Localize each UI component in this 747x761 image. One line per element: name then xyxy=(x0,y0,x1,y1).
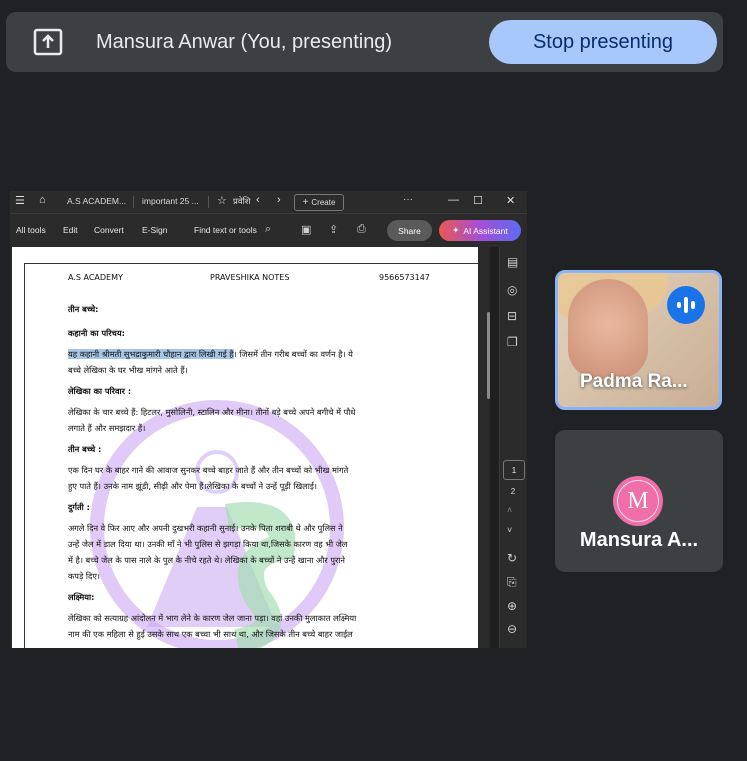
line-text: कहानी का परिचय: xyxy=(68,328,125,338)
document-line: नाम की एक महिला से हुई उसके साथ एक बच्चा… xyxy=(68,626,423,642)
convert-menu[interactable]: Convert xyxy=(94,225,124,235)
line-text: लगाते हैं और समझदार हैं। xyxy=(68,423,146,433)
header-left: A.S ACADEMY xyxy=(68,273,123,282)
rotate-icon[interactable]: ↻ xyxy=(507,551,517,565)
document-line: दुर्गती : xyxy=(68,499,423,515)
document-line: में है। बच्चे जेल के पास नाले के पुल के … xyxy=(68,552,423,568)
print-icon[interactable]: ⎙ xyxy=(357,223,366,236)
chevron-left-icon[interactable]: ‹ xyxy=(256,194,260,206)
close-icon[interactable]: ✕ xyxy=(506,194,515,207)
app-toolbar: All tools Edit Convert E-Sign Find text … xyxy=(10,213,527,247)
link-icon[interactable]: ◎ xyxy=(507,283,517,297)
document-line: लेखिका का परिवार : xyxy=(68,383,423,399)
line-text: नाम की एक महिला से हुई उसके साथ एक बच्चा… xyxy=(68,629,353,639)
document-line: तीन बच्चे : xyxy=(68,441,423,457)
document-line: अगले दिन वे फिर आए और अपनी दुखभरी कहानी … xyxy=(68,520,423,536)
participant-video xyxy=(568,279,648,379)
line-text: हुए पाते हैं। उनके नाम झूंडी, सीढ़ी और प… xyxy=(68,481,317,491)
document-line: एक दिन घर के बाहर गाने की आवाज सुनकर बच्… xyxy=(68,462,423,478)
document-line: कपड़े दिए। xyxy=(68,568,423,584)
page-next[interactable]: 2 xyxy=(503,487,523,496)
right-tool-panel: ▤ ◎ ⊟ ❐ 1 2 ˄ ˅ ↻ ⎘ ⊕ ⊖ xyxy=(499,247,527,648)
header-right: 9566573147 xyxy=(379,273,430,282)
line-text: में है। बच्चे जेल के पास नाले के पुल के … xyxy=(68,555,345,565)
menu-icon[interactable]: ☰ xyxy=(15,194,25,207)
upload-icon[interactable]: ⇪ xyxy=(329,223,338,236)
all-tools-menu[interactable]: All tools xyxy=(16,225,46,235)
page-fit-icon[interactable]: ⎘ xyxy=(507,575,517,590)
line-text: एक दिन घर के बाहर गाने की आवाज सुनकर बच्… xyxy=(68,465,349,475)
find-tools-field[interactable]: Find text or tools xyxy=(194,225,257,235)
document-line: हुए पाते हैं। उनके नाम झूंडी, सीढ़ी और प… xyxy=(68,478,423,494)
document-line: तीन बच्चे: xyxy=(68,301,423,317)
line-text: तीन बच्चे: xyxy=(68,304,99,314)
bookmark-icon[interactable]: ⊟ xyxy=(507,309,517,323)
chevron-down-icon[interactable]: ˅ xyxy=(507,525,512,535)
pages-icon[interactable]: ❐ xyxy=(507,335,518,349)
minimize-icon[interactable]: — xyxy=(448,194,459,206)
participant-tile-mansura[interactable]: M Mansura A... xyxy=(555,430,723,572)
zoom-in-icon[interactable]: ⊕ xyxy=(507,599,517,613)
present-screen-icon xyxy=(33,28,63,56)
page-current[interactable]: 1 xyxy=(503,460,525,480)
save-icon[interactable]: ▣ xyxy=(301,223,311,236)
esign-menu[interactable]: E-Sign xyxy=(142,225,168,235)
tab-important[interactable]: important 25 ... xyxy=(142,196,199,206)
create-button[interactable]: + Create xyxy=(294,194,344,211)
document-line: कहानी का परिचय: xyxy=(68,325,423,341)
document-line: लगाते हैं और समझदार हैं। xyxy=(68,420,423,436)
line-text: लक्ष्मिया: xyxy=(68,592,95,602)
participant-tile-padma[interactable]: Padma Ra... xyxy=(555,270,722,410)
browser-tab-bar: ☰ ⌂ A.S ACADEM... important 25 ... ☆ प्र… xyxy=(10,191,527,213)
shared-screen: ☰ ⌂ A.S ACADEM... important 25 ... ☆ प्र… xyxy=(10,191,527,648)
line-text: कपड़े दिए। xyxy=(68,571,101,581)
line-text: उन्हें जेल में डाल दिया था। उनकी माँ ने … xyxy=(68,539,348,549)
document-line: लेखिका के चार बच्चे हैं: हिटलर, मुसोलिनी… xyxy=(68,404,423,420)
ai-sparkle-icon: ✦ xyxy=(452,225,460,235)
line-text: लेखिका के चार बच्चे हैं: हिटलर, मुसोलिनी… xyxy=(68,407,356,417)
tab-praveshika[interactable]: प्रवेशि xyxy=(233,196,251,207)
speaking-indicator-icon xyxy=(667,286,705,324)
presenter-name: Mansura Anwar (You, presenting) xyxy=(96,31,393,53)
comment-icon[interactable]: ▤ xyxy=(507,255,518,269)
line-text: लेखिका को सत्याग्रह आंदोलन में भाग लेने … xyxy=(68,613,357,623)
plus-icon: + xyxy=(302,197,309,208)
line-text: बच्चे लेखिका के घर भीख मांगने आते हैं। xyxy=(68,365,188,375)
presenting-bar: Mansura Anwar (You, presenting) Stop pre… xyxy=(6,12,723,72)
pdf-page: A.S ACADEMY PRAVESHIKA NOTES 9566573147 … xyxy=(12,247,478,648)
line-text: तीन बच्चे : xyxy=(68,444,102,454)
zoom-out-icon[interactable]: ⊖ xyxy=(507,622,517,636)
line-text: लेखिका का परिवार : xyxy=(68,386,132,396)
home-icon[interactable]: ⌂ xyxy=(39,194,46,206)
maximize-icon[interactable]: ☐ xyxy=(473,194,483,207)
tab-as-academy[interactable]: A.S ACADEM... xyxy=(67,196,126,206)
document-line: उन्हें जेल में डाल दिया था। उनकी माँ ने … xyxy=(68,536,423,552)
chevron-right-icon[interactable]: › xyxy=(277,194,281,206)
document-line: यह कहानी श्रीमती सुभद्राकुमारी चौहान द्व… xyxy=(68,346,423,362)
header-center: PRAVESHIKA NOTES xyxy=(210,273,290,282)
participant-name: Padma Ra... xyxy=(580,371,688,392)
line-text: दुर्गती : xyxy=(68,502,90,512)
line-text: । जिसमें तीन गरीब बच्चों का वर्णन है। ये xyxy=(233,349,353,359)
ai-assistant-button[interactable]: ✦ AI Assistant xyxy=(439,220,521,241)
document-line: लेखिका को सत्याग्रह आंदोलन में भाग लेने … xyxy=(68,610,423,626)
line-text: अगले दिन वे फिर आए और अपनी दुखभरी कहानी … xyxy=(68,523,343,533)
search-icon[interactable]: ⌕ xyxy=(265,223,271,236)
edit-menu[interactable]: Edit xyxy=(63,225,78,235)
more-icon[interactable]: ··· xyxy=(403,194,413,205)
document-line: लक्ष्मिया: xyxy=(68,589,423,605)
chevron-up-icon[interactable]: ˄ xyxy=(507,505,512,515)
avatar-letter: M xyxy=(617,480,659,522)
highlighted-text: यह कहानी श्रीमती सुभद्राकुमारी चौहान द्व… xyxy=(68,349,234,359)
document-scrollbar[interactable] xyxy=(487,312,490,399)
document-line: बच्चे लेखिका के घर भीख मांगने आते हैं। xyxy=(68,362,423,378)
stop-presenting-button[interactable]: Stop presenting xyxy=(489,20,717,64)
star-icon[interactable]: ☆ xyxy=(217,194,227,207)
document-viewport[interactable]: A.S ACADEMY PRAVESHIKA NOTES 9566573147 … xyxy=(10,247,490,648)
share-button[interactable]: Share xyxy=(387,220,432,241)
avatar: M xyxy=(613,476,663,526)
participant-name: Mansura A... xyxy=(579,529,699,551)
